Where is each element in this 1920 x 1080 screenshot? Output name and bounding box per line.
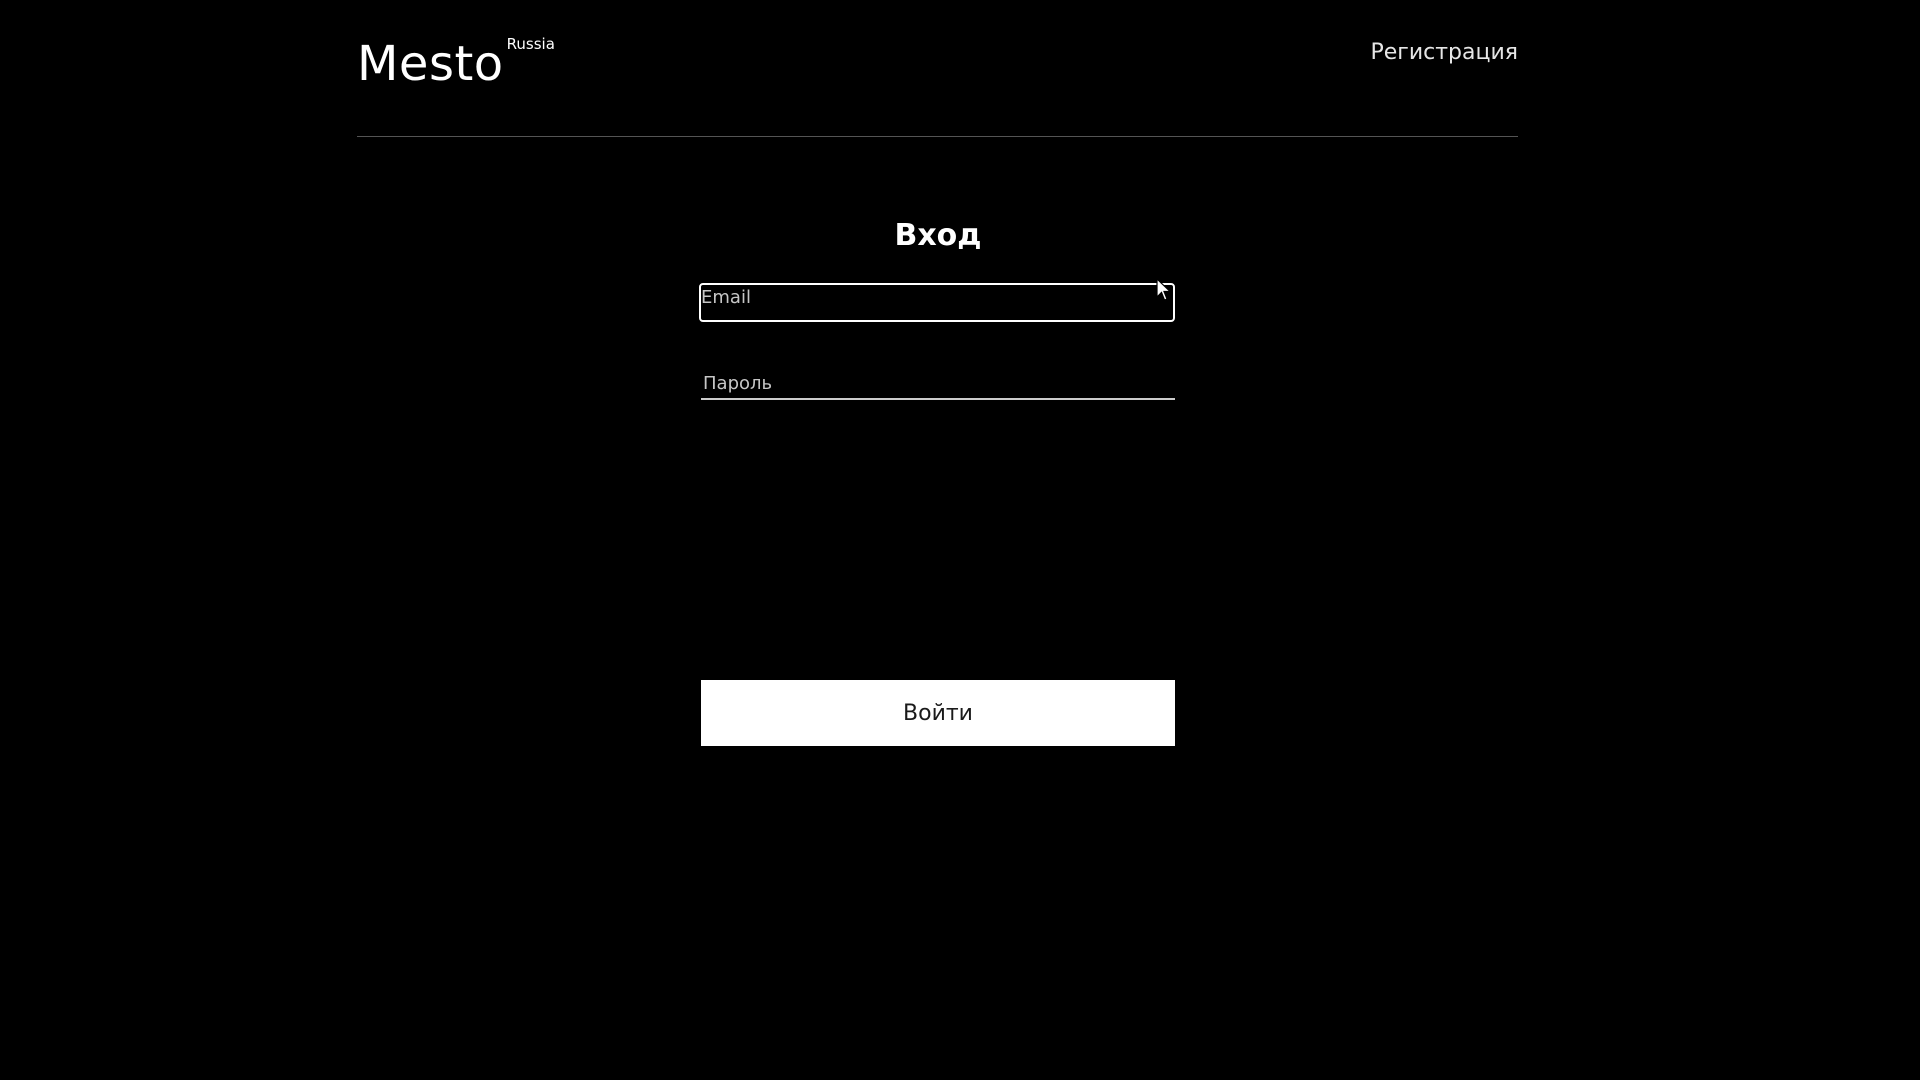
login-button[interactable]: Войти — [701, 680, 1175, 746]
site-header: Mesto Russia Регистрация — [357, 0, 1518, 137]
password-input[interactable] — [701, 362, 1175, 400]
login-form: Вход Войти — [699, 210, 1175, 746]
mouse-pointer-icon — [1156, 278, 1172, 301]
logo-text: Mesto — [357, 36, 504, 92]
register-link[interactable]: Регистрация — [1370, 38, 1518, 68]
logo-region: Russia — [506, 35, 555, 53]
login-page: Mesto Russia Регистрация Вход Войти — [0, 0, 1920, 1080]
email-input[interactable] — [699, 283, 1175, 322]
logo: Mesto Russia — [357, 34, 555, 94]
login-title: Вход — [894, 218, 982, 253]
